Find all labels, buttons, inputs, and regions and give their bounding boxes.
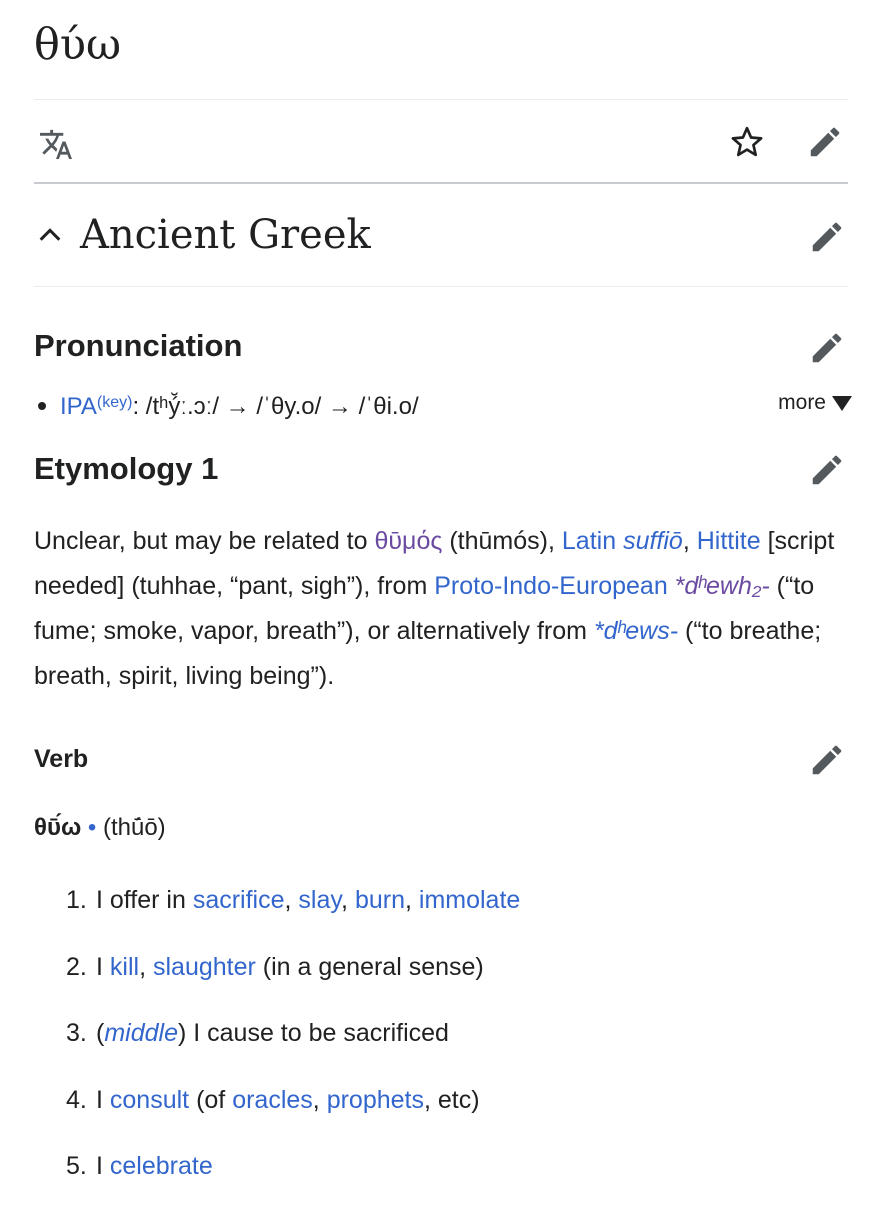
latin-link[interactable]: Latin (562, 527, 623, 555)
verb-transliteration: (thū́ō) (102, 814, 166, 841)
edit-pronunciation-pencil-icon[interactable] (808, 329, 846, 367)
edit-page-pencil-icon[interactable] (806, 123, 844, 161)
more-label: more (778, 391, 826, 414)
ipa-line: IPA(key): /tʰý̆ː.ɔː/ → /ˈθy.o/ → /ˈθi.o/ (34, 386, 419, 428)
suffio-link[interactable]: suffiō (623, 527, 683, 555)
sense-link[interactable]: slay (298, 886, 341, 914)
sense-text: , (284, 886, 299, 914)
etymology-text-part: , (682, 527, 697, 555)
headword-separator: • (81, 814, 103, 841)
sense-text: , (404, 886, 419, 914)
etymology-heading: Etymology 1 (34, 451, 219, 486)
hittite-link[interactable]: Hittite (697, 527, 761, 555)
sense-number: 2. (66, 952, 87, 981)
sense-item: 1. I offer in sacrifice, slay, burn, immo… (34, 878, 848, 922)
sense-link[interactable]: burn (355, 886, 405, 914)
sense-text: I (96, 1152, 110, 1180)
sense-text: I offer in (96, 886, 193, 914)
page-title: θύω (34, 20, 122, 70)
edit-verb-pencil-icon[interactable] (808, 741, 846, 779)
ipa-link[interactable]: IPA (60, 393, 97, 420)
sense-list: 1. I offer in sacrifice, slay, burn, immo… (34, 878, 848, 1211)
divider (34, 99, 848, 100)
sense-link[interactable]: consult (110, 1086, 189, 1114)
sense-text: I (96, 1085, 110, 1114)
sense-item: 4. I consult (of oracles, prophets, etc) (34, 1078, 848, 1122)
sense-item: 2. I kill, slaughter (in a general sense) (34, 945, 848, 989)
translate-icon[interactable] (38, 127, 74, 159)
sense-link[interactable]: prophets (327, 1086, 424, 1114)
pie-link[interactable]: Proto-Indo-European (434, 572, 667, 600)
verb-headword: θῡ́ω (34, 814, 82, 841)
ipa-key-link[interactable]: (key) (97, 394, 133, 411)
etymology-text-part: (thūmós), (442, 527, 562, 555)
etymology-text-part (668, 572, 675, 600)
edit-section-pencil-icon[interactable] (808, 218, 846, 256)
caret-down-icon (832, 395, 852, 411)
sense-text: I (96, 952, 110, 981)
divider (34, 286, 848, 287)
sense-item: 5. I celebrate (34, 1144, 848, 1188)
sense-number: 1. (66, 886, 87, 914)
sense-link[interactable]: middle (104, 1019, 178, 1047)
sense-number: 5. (66, 1152, 87, 1180)
pronunciation-heading: Pronunciation (34, 328, 243, 363)
divider (34, 182, 848, 184)
root-dhewh2-link[interactable]: *dʰewh₂- (675, 572, 770, 600)
star-icon[interactable] (729, 124, 765, 160)
verb-headword-line: θῡ́ω • (thū́ō) (34, 810, 166, 846)
sense-text: , etc) (424, 1085, 480, 1114)
sense-link[interactable]: oracles (232, 1086, 313, 1114)
ipa-transcription: : /tʰý̆ː.ɔː/ → /ˈθy.o/ → /ˈθi.o/ (132, 393, 419, 420)
etymology-text: Unclear, but may be related to θῡμός (th… (34, 519, 848, 699)
sense-text: (of (189, 1085, 233, 1114)
language-heading[interactable]: Ancient Greek (80, 208, 371, 262)
etymology-text-part: Unclear, but may be related to (34, 527, 375, 555)
sense-text: , (139, 952, 153, 981)
sense-item: 3. (middle) I cause to be sacrificed (34, 1011, 848, 1055)
more-button[interactable]: more (778, 388, 852, 418)
sense-link[interactable]: immolate (419, 886, 520, 914)
chevron-up-icon[interactable] (36, 221, 64, 249)
sense-text: (in a general sense) (255, 952, 484, 981)
sense-text: ) I cause to be sacrificed (177, 1019, 449, 1047)
sense-link[interactable]: celebrate (110, 1152, 213, 1180)
edit-etymology-pencil-icon[interactable] (808, 451, 846, 489)
sense-text: , (341, 886, 355, 914)
sense-text: , (312, 1085, 327, 1114)
sense-link[interactable]: kill (110, 953, 139, 981)
bullet (38, 401, 46, 410)
thumos-link[interactable]: θῡμός (374, 527, 442, 555)
sense-number: 4. (66, 1085, 87, 1114)
sense-number: 3. (66, 1019, 87, 1047)
root-dhews-link[interactable]: *dʰews- (594, 617, 678, 645)
sense-link[interactable]: slaughter (153, 953, 256, 981)
sense-link[interactable]: sacrifice (193, 886, 285, 914)
verb-heading: Verb (34, 745, 89, 773)
